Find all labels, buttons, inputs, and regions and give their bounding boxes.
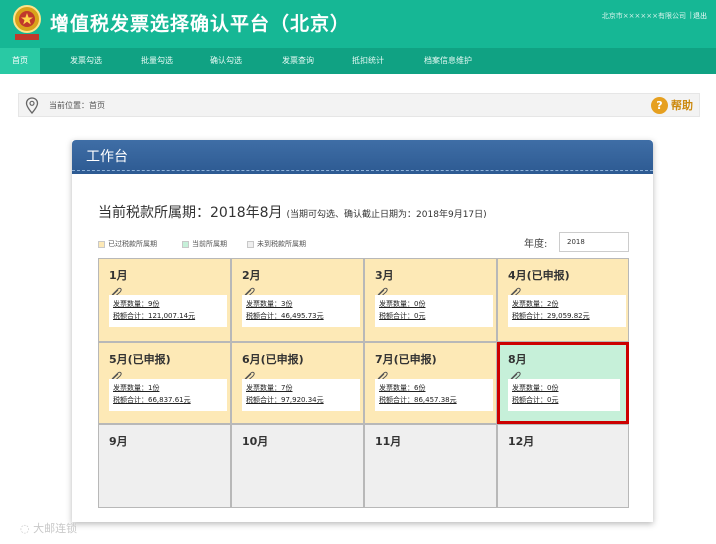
invoice-summary: 发票数量：0份 税额合计：0元 xyxy=(375,295,493,327)
month-cell-1[interactable]: 1月 发票数量：9份 税额合计：121,007.14元 xyxy=(98,258,231,342)
month-cell-9[interactable]: 9月 xyxy=(98,424,231,508)
month-label: 5月(已申报) xyxy=(109,353,171,366)
legend-current: 当前所属期 xyxy=(182,239,227,249)
legend-swatch-future xyxy=(247,240,254,248)
month-label: 4月(已申报) xyxy=(508,269,570,282)
nav-tab-archive-maintenance[interactable]: 档案信息维护 xyxy=(408,48,488,74)
month-cell-12[interactable]: 12月 xyxy=(497,424,629,508)
header-separator: | xyxy=(689,11,692,19)
nav-tab-invoice-select[interactable]: 发票勾选 xyxy=(58,48,114,74)
month-label: 11月 xyxy=(375,435,402,448)
tax-amount-total: 税额合计：29,059.82元 xyxy=(512,312,590,320)
tax-amount-total: 税额合计：0元 xyxy=(512,396,559,404)
tax-amount-total: 税额合计：86,457.38元 xyxy=(379,396,457,404)
legend-label-current: 当前所属期 xyxy=(192,240,227,248)
invoice-count: 发票数量：0份 xyxy=(512,384,559,392)
invoice-summary: 发票数量：2份 税额合计：29,059.82元 xyxy=(508,295,626,327)
logout-link[interactable]: 退出 xyxy=(693,11,707,21)
year-label: 年度: xyxy=(524,239,548,250)
month-label: 6月(已申报) xyxy=(242,353,304,366)
legend-future: 未到税款所属期 xyxy=(247,239,306,249)
month-label: 8月 xyxy=(508,353,527,366)
nav-tab-invoice-query[interactable]: 发票查询 xyxy=(268,48,328,74)
tax-amount-total: 税额合计：97,920.34元 xyxy=(246,396,324,404)
year-input[interactable] xyxy=(559,232,629,252)
current-tax-period: 当前税款所属期：2018年8月 xyxy=(98,205,283,221)
breadcrumb-text: 当前位置：首页 xyxy=(49,101,105,110)
invoice-count: 发票数量：2份 xyxy=(512,300,559,308)
deadline-note: (当期可勾选、确认截止日期为：2018年9月17日) xyxy=(286,210,487,220)
month-cell-11[interactable]: 11月 xyxy=(364,424,497,508)
month-label: 10月 xyxy=(242,435,269,448)
invoice-count: 发票数量：0份 xyxy=(379,300,426,308)
app-title: 增值税发票选择确认平台（北京） xyxy=(50,13,351,35)
app-header: 增值税发票选择确认平台（北京） 北京市××××××有限公司 | 退出 xyxy=(0,0,716,48)
tax-amount-total: 税额合计：66,837.61元 xyxy=(113,396,191,404)
legend-past: 已过税款所属期 xyxy=(98,239,157,249)
invoice-count: 发票数量：7份 xyxy=(246,384,293,392)
month-label: 7月(已申报) xyxy=(375,353,437,366)
month-label: 3月 xyxy=(375,269,394,282)
invoice-count: 发票数量：9份 xyxy=(113,300,160,308)
tax-amount-total: 税额合计：0元 xyxy=(379,312,426,320)
month-cell-7[interactable]: 7月(已申报) 发票数量：6份 税额合计：86,457.38元 xyxy=(364,342,497,424)
legend-label-future: 未到税款所属期 xyxy=(257,240,306,248)
help-label: 帮助 xyxy=(671,99,693,112)
panel-header-divider xyxy=(72,170,653,171)
month-cell-2[interactable]: 2月 发票数量：3份 税额合计：46,495.73元 xyxy=(231,258,364,342)
month-cell-3[interactable]: 3月 发票数量：0份 税额合计：0元 xyxy=(364,258,497,342)
invoice-summary: 发票数量：1份 税额合计：66,837.61元 xyxy=(109,379,227,411)
tax-period-info: 当前税款所属期：2018年8月 (当期可勾选、确认截止日期为：2018年9月17日… xyxy=(98,202,487,222)
month-label: 2月 xyxy=(242,269,261,282)
nav-tab-confirm-select[interactable]: 确认勾选 xyxy=(197,48,255,74)
invoice-count: 发票数量：3份 xyxy=(246,300,293,308)
question-circle-icon: ? xyxy=(651,96,668,114)
month-label: 12月 xyxy=(508,435,535,448)
invoice-count: 发票数量：6份 xyxy=(379,384,426,392)
tax-amount-total: 税额合计：121,007.14元 xyxy=(113,312,196,320)
month-label: 9月 xyxy=(109,435,128,448)
app-window: 增值税发票选择确认平台（北京） 北京市××××××有限公司 | 退出 首页 发票… xyxy=(0,0,716,544)
panel-title: 工作台 xyxy=(86,149,128,165)
breadcrumb: 当前位置：首页 ? 帮助 xyxy=(18,93,700,117)
nav-tab-deduction-stats[interactable]: 抵扣统计 xyxy=(338,48,398,74)
map-pin-icon xyxy=(25,97,39,114)
main-nav: 首页 发票勾选 批量勾选 确认勾选 发票查询 抵扣统计 档案信息维护 xyxy=(0,48,716,74)
watermark-text: 大邮连锁 xyxy=(33,522,78,535)
tax-emblem-logo xyxy=(13,5,41,40)
user-company-name: 北京市××××××有限公司 xyxy=(601,12,686,20)
legend-swatch-current xyxy=(182,240,189,248)
help-button[interactable]: ? 帮助 xyxy=(651,96,693,114)
workbench-panel: 工作台 当前税款所属期：2018年8月 (当期可勾选、确认截止日期为：2018年9… xyxy=(72,140,653,522)
month-cell-10[interactable]: 10月 xyxy=(231,424,364,508)
nav-tab-batch-select[interactable]: 批量勾选 xyxy=(128,48,186,74)
watermark-logo: ◌ 大邮连锁 xyxy=(20,522,78,535)
nav-tab-home[interactable]: 首页 xyxy=(0,48,40,74)
invoice-summary: 发票数量：9份 税额合计：121,007.14元 xyxy=(109,295,227,327)
month-grid: 1月 发票数量：9份 税额合计：121,007.14元 2月 发票数量：3份 税… xyxy=(98,258,629,508)
invoice-summary: 发票数量：3份 税额合计：46,495.73元 xyxy=(242,295,360,327)
invoice-summary: 发票数量：6份 税额合计：86,457.38元 xyxy=(375,379,493,411)
month-cell-4[interactable]: 4月(已申报) 发票数量：2份 税额合计：29,059.82元 xyxy=(497,258,629,342)
tax-amount-total: 税额合计：46,495.73元 xyxy=(246,312,324,320)
legend-swatch-past xyxy=(98,240,105,248)
legend-label-past: 已过税款所属期 xyxy=(108,240,157,248)
invoice-summary: 发票数量：7份 税额合计：97,920.34元 xyxy=(242,379,360,411)
month-cell-5[interactable]: 5月(已申报) 发票数量：1份 税额合计：66,837.61元 xyxy=(98,342,231,424)
month-label: 1月 xyxy=(109,269,128,282)
invoice-count: 发票数量：1份 xyxy=(113,384,160,392)
month-cell-8-current[interactable]: 8月 发票数量：0份 税额合计：0元 xyxy=(497,342,629,424)
panel-header: 工作台 xyxy=(72,140,653,174)
month-cell-6[interactable]: 6月(已申报) 发票数量：7份 税额合计：97,920.34元 xyxy=(231,342,364,424)
invoice-summary: 发票数量：0份 税额合计：0元 xyxy=(508,379,620,411)
